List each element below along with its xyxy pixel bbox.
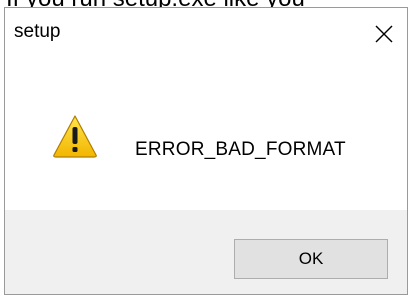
ok-button[interactable]: OK <box>234 239 388 279</box>
dialog-footer: OK <box>5 210 407 294</box>
dialog-titlebar: setup <box>5 8 407 60</box>
close-button[interactable] <box>361 8 407 60</box>
close-icon <box>375 25 393 43</box>
error-message: ERROR_BAD_FORMAT <box>135 139 346 160</box>
dialog-content: ERROR_BAD_FORMAT <box>5 60 407 210</box>
background-page: If you run setup.exe like you setup <box>0 0 409 295</box>
dialog-title: setup <box>14 21 61 42</box>
warning-icon <box>53 115 97 158</box>
message-box-dialog: setup ERROR_BAD_FORMAT OK <box>4 7 408 295</box>
